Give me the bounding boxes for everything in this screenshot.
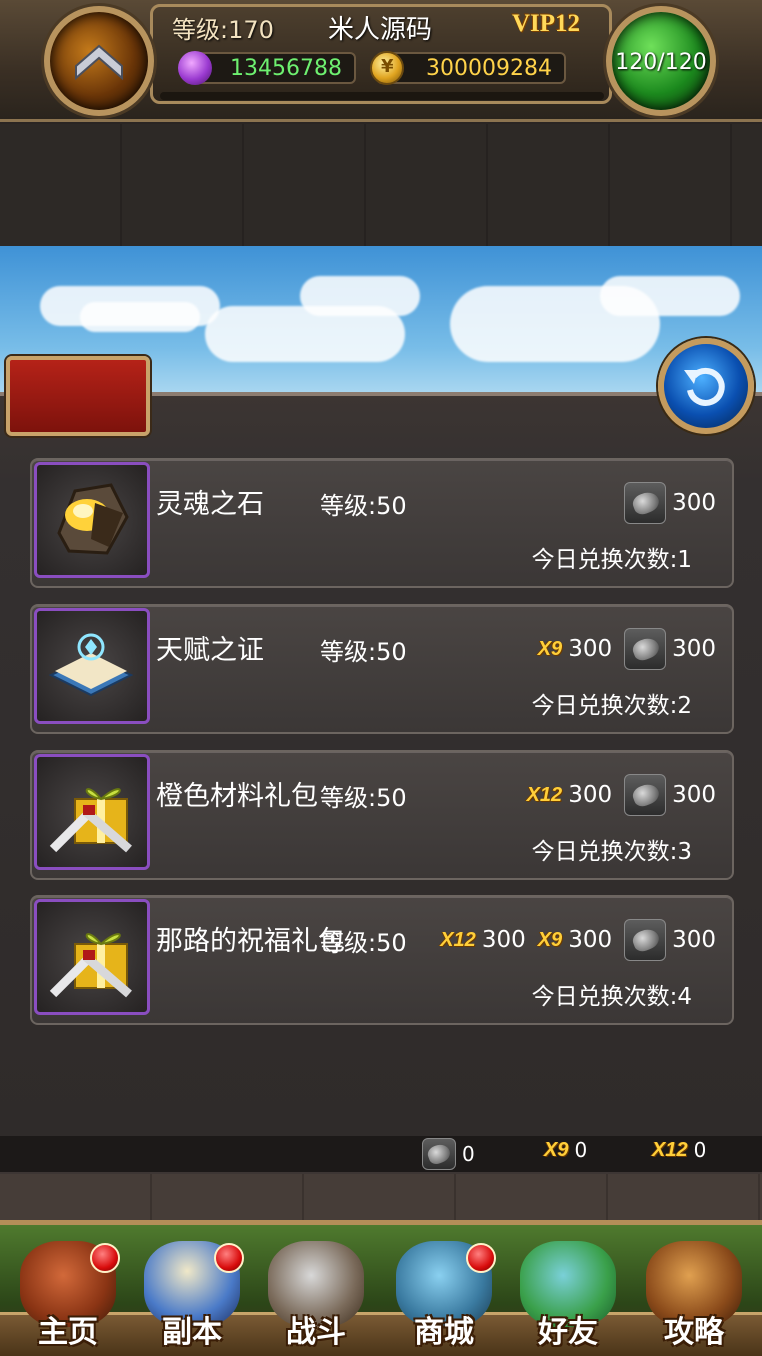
item-thumbnail[interactable] [34, 899, 150, 1015]
daily-exchange-count: 今日兑换次数:2 [531, 693, 692, 719]
owned-x9-amount: 0 [574, 1138, 588, 1162]
item-costs: X12 300 300 [521, 774, 716, 816]
owned-stone: 0 [422, 1138, 475, 1170]
item-name: 那路的祝福礼包 [156, 926, 345, 957]
cost-x9: X9 300 [538, 636, 612, 662]
cost-stone: 300 [624, 628, 716, 670]
cost-amount: 300 [568, 782, 613, 808]
x9-icon: X9 [537, 637, 563, 660]
owned-currency-bar: 0 X9 0 X12 0 [0, 1136, 762, 1174]
item-name: 橙色材料礼包 [156, 781, 318, 812]
notification-badge [214, 1243, 244, 1273]
nav-label: 战斗 [286, 1315, 346, 1350]
x12-icon: X12 [526, 783, 563, 806]
stone-icon [624, 774, 667, 816]
stone-icon [422, 1138, 456, 1170]
stone-wall [0, 1174, 762, 1222]
cost-amount: 300 [672, 636, 716, 662]
daily-exchange-count: 今日兑换次数:3 [531, 839, 692, 865]
item-costs: 300 [618, 482, 716, 524]
refresh-button[interactable] [658, 338, 754, 434]
gold-amount: 300009284 [426, 56, 552, 81]
exchange-item-row[interactable]: 天赋之证 等级:50 X9 300 300 今日兑换次数:2 [30, 604, 734, 734]
gem-counter[interactable]: 13456788 [178, 51, 356, 85]
energy-orb[interactable]: 120/120 [606, 6, 716, 116]
nav-label: 主页 [38, 1315, 98, 1350]
item-name: 天赋之证 [156, 635, 264, 666]
item-name: 灵魂之石 [156, 489, 264, 520]
stone-icon [624, 482, 667, 524]
item-costs: X9 300 300 [532, 628, 716, 670]
stone-icon [624, 919, 667, 961]
gold-coin-icon [370, 51, 404, 85]
nav-item[interactable]: 副本 [130, 1229, 254, 1356]
nav-label: 副本 [162, 1315, 222, 1350]
stone-icon [624, 628, 667, 670]
item-costs: X12 300 X9 300 300 [434, 919, 716, 961]
nav-label: 攻略 [664, 1315, 724, 1350]
nav-item[interactable]: 攻略 [632, 1229, 756, 1356]
cost-amount: 300 [672, 927, 716, 953]
item-thumbnail[interactable] [34, 462, 150, 578]
cost-amount: 300 [568, 927, 613, 953]
exchange-item-row[interactable]: 灵魂之石 等级:50 300 今日兑换次数:1 [30, 458, 734, 588]
item-thumbnail[interactable] [34, 608, 150, 724]
x12-icon: X12 [440, 928, 476, 951]
cost-amount: 300 [672, 782, 716, 808]
x12-icon: X12 [652, 1138, 688, 1161]
cost-x12: X12 300 [527, 782, 613, 808]
daily-exchange-count: 今日兑换次数:1 [531, 547, 692, 573]
rank-orb[interactable] [44, 6, 154, 116]
refresh-icon [684, 367, 725, 406]
item-level: 等级:50 [320, 492, 407, 520]
owned-x9: X9 0 [544, 1138, 587, 1162]
item-thumbnail[interactable] [34, 754, 150, 870]
nav-item[interactable]: 主页 [6, 1229, 130, 1356]
gold-counter[interactable]: 300009284 [370, 51, 566, 85]
item-level: 等级:50 [320, 784, 407, 812]
energy-value: 120/120 [615, 50, 707, 75]
daily-exchange-count: 今日兑换次数:4 [531, 984, 692, 1010]
top-hud: 等级:170 米人源码 VIP12 13456788 300009284 120… [0, 0, 762, 122]
rank-chevron-icon [75, 44, 123, 81]
cost-amount: 300 [481, 927, 526, 953]
nav-label: 商城 [414, 1315, 474, 1350]
item-level: 等级:50 [320, 929, 407, 957]
owned-x12: X12 0 [652, 1138, 706, 1162]
gem-amount: 13456788 [230, 56, 342, 81]
player-name: 米人源码 [328, 15, 433, 45]
cost-amount: 300 [568, 636, 613, 662]
cost-x9: X9 300 [538, 927, 612, 953]
cost-amount: 300 [672, 490, 716, 516]
notification-badge [466, 1243, 496, 1273]
owned-x12-amount: 0 [693, 1138, 707, 1162]
nav-label: 好友 [538, 1315, 598, 1350]
item-level: 等级:50 [320, 638, 407, 666]
exchange-item-row[interactable]: 橙色材料礼包 等级:50 X12 300 300 今日兑换次数:3 [30, 750, 734, 880]
nav-item[interactable]: 战斗 [254, 1229, 378, 1356]
nav-item[interactable]: 好友 [506, 1229, 630, 1356]
exp-bar [160, 92, 604, 100]
exchange-item-row[interactable]: 那路的祝福礼包 等级:50 X12 300 X9 300 300 今日兑换次数:4 [30, 895, 734, 1025]
x9-icon: X9 [537, 928, 563, 951]
cost-stone: 300 [624, 482, 716, 524]
player-level: 等级:170 [172, 16, 274, 44]
x9-icon: X9 [544, 1138, 569, 1161]
bottom-nav: 主页 副本 战斗 商城 好友 攻略 [0, 1220, 762, 1356]
nav-item[interactable]: 商城 [382, 1229, 506, 1356]
vip-badge[interactable]: VIP12 [512, 10, 580, 38]
notification-badge [90, 1243, 120, 1273]
gem-icon [178, 51, 212, 85]
cost-stone: 300 [624, 774, 716, 816]
cost-stone: 300 [624, 919, 716, 961]
header-backdrop [0, 124, 762, 246]
owned-stone-amount: 0 [462, 1142, 475, 1166]
tab-exchange[interactable] [6, 356, 150, 436]
cost-x12: X12 300 [440, 927, 526, 953]
